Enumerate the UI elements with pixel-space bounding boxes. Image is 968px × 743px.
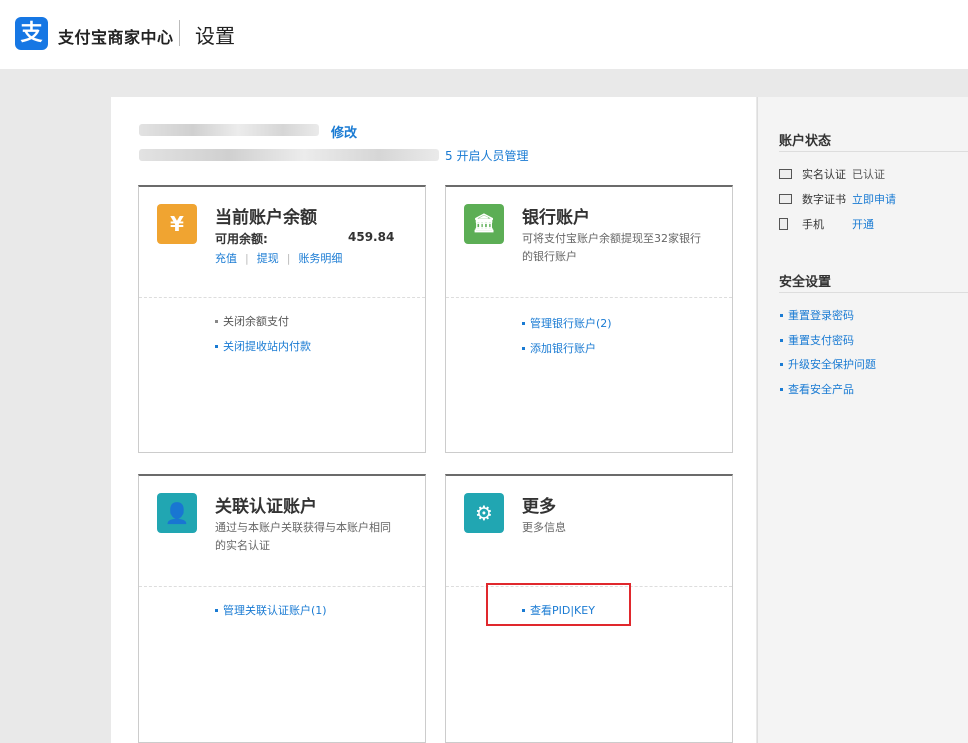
status-certificate: 数字证书 立即申请 <box>779 192 896 208</box>
enable-phone-link[interactable]: 开通 <box>852 218 874 231</box>
brand-name[interactable]: 支付宝商家中心 <box>58 24 174 48</box>
reset-login-password-link[interactable]: 重置登录密码 <box>780 308 854 324</box>
edit-account-link[interactable]: 修改 <box>331 122 357 141</box>
blurred-account-info <box>139 149 439 161</box>
add-bank-account-label: 添加银行账户 <box>530 342 596 355</box>
status-realname-value: 已认证 <box>852 168 885 181</box>
blurred-account-name <box>139 124 319 136</box>
account-status-title: 账户状态 <box>779 134 832 149</box>
manage-linked-accounts-label: 管理关联认证账户(1) <box>223 604 327 617</box>
upgrade-security-questions-label: 升级安全保护问题 <box>788 358 876 371</box>
close-balance-pay-item: 关闭余额支付 <box>139 309 425 334</box>
status-phone: 手机 开通 <box>779 217 874 233</box>
linked-card-desc: 通过与本账户关联获得与本账户相同的实名认证 <box>215 521 391 552</box>
view-security-products-label: 查看安全产品 <box>788 383 854 396</box>
security-settings-title: 安全设置 <box>779 275 832 290</box>
separator: | <box>245 252 249 265</box>
certificate-icon <box>779 194 792 204</box>
bank-icon: 🏛 <box>464 204 504 244</box>
highlight-annotation-box <box>486 583 631 626</box>
apply-certificate-link[interactable]: 立即申请 <box>852 193 896 206</box>
side-panel: 账户状态 实名认证 已认证 数字证书 立即申请 手机 开通 安全设置 重置登录密码 重… <box>757 97 968 743</box>
close-balance-pay-label: 关闭余额支付 <box>223 315 289 328</box>
status-realname-label: 实名认证 <box>802 168 846 181</box>
reset-payment-password-link[interactable]: 重置支付密码 <box>780 333 854 349</box>
available-balance-label: 可用余额: <box>215 232 268 246</box>
linked-card-title: 关联认证账户 <box>215 497 317 517</box>
balance-card: ¥ 当前账户余额 可用余额: 459.84 充值 | 提现 | 账务明细 关闭余额支付 … <box>138 185 426 453</box>
status-realname: 实名认证 已认证 <box>779 167 885 183</box>
manage-bank-accounts-label: 管理银行账户(2) <box>530 317 612 330</box>
alipay-logo-icon[interactable]: 支 <box>15 17 48 50</box>
page-title: 设置 <box>195 24 235 48</box>
bank-card-title: 银行账户 <box>522 208 590 228</box>
user-icon: 👤 <box>157 493 197 533</box>
available-balance-value: 459.84 <box>348 230 395 244</box>
close-onsite-payment-label: 关闭提收站内付款 <box>223 340 311 353</box>
balance-actions: 充值 | 提现 | 账务明细 <box>215 250 342 266</box>
reset-payment-password-label: 重置支付密码 <box>788 334 854 347</box>
phone-icon <box>779 218 788 230</box>
id-card-icon <box>779 169 792 179</box>
upgrade-security-questions-link[interactable]: 升级安全保护问题 <box>780 357 876 373</box>
status-phone-label: 手机 <box>802 218 824 231</box>
separator: | <box>286 252 291 265</box>
header-divider <box>179 20 180 46</box>
manage-linked-accounts-link[interactable]: 管理关联认证账户(1) <box>139 598 425 623</box>
linked-account-card: 👤 关联认证账户 通过与本账户关联获得与本账户相同的实名认证 管理关联认证账户(… <box>138 474 426 743</box>
bank-card-desc: 可将支付宝账户余额提现至32家银行的银行账户 <box>522 232 701 263</box>
status-certificate-label: 数字证书 <box>802 193 846 206</box>
side-divider <box>779 151 968 152</box>
top-header: 支 支付宝商家中心 设置 <box>0 0 968 69</box>
manage-bank-accounts-link[interactable]: 管理银行账户(2) <box>446 311 732 336</box>
withdraw-link[interactable]: 提现 <box>257 252 279 265</box>
more-card-title: 更多 <box>522 497 556 517</box>
add-bank-account-link[interactable]: 添加银行账户 <box>446 336 732 361</box>
account-detail-link[interactable]: 账务明细 <box>298 252 342 265</box>
close-onsite-payment-link[interactable]: 关闭提收站内付款 <box>139 334 425 359</box>
settings-doc-icon: ⚙ <box>464 493 504 533</box>
more-card-desc: 更多信息 <box>522 521 566 534</box>
balance-card-title: 当前账户余额 <box>215 208 317 228</box>
main-panel: 修改 5 开启人员管理 ¥ 当前账户余额 可用余额: 459.84 充值 | 提现 |… <box>111 97 756 743</box>
side-divider <box>779 292 968 293</box>
recharge-link[interactable]: 充值 <box>215 252 237 265</box>
view-security-products-link[interactable]: 查看安全产品 <box>780 382 854 398</box>
open-staff-management-link[interactable]: 5 开启人员管理 <box>445 147 528 164</box>
bank-account-card: 🏛 银行账户 可将支付宝账户余额提现至32家银行的银行账户 管理银行账户(2) … <box>445 185 733 453</box>
reset-login-password-label: 重置登录密码 <box>788 309 854 322</box>
money-bag-icon: ¥ <box>157 204 197 244</box>
